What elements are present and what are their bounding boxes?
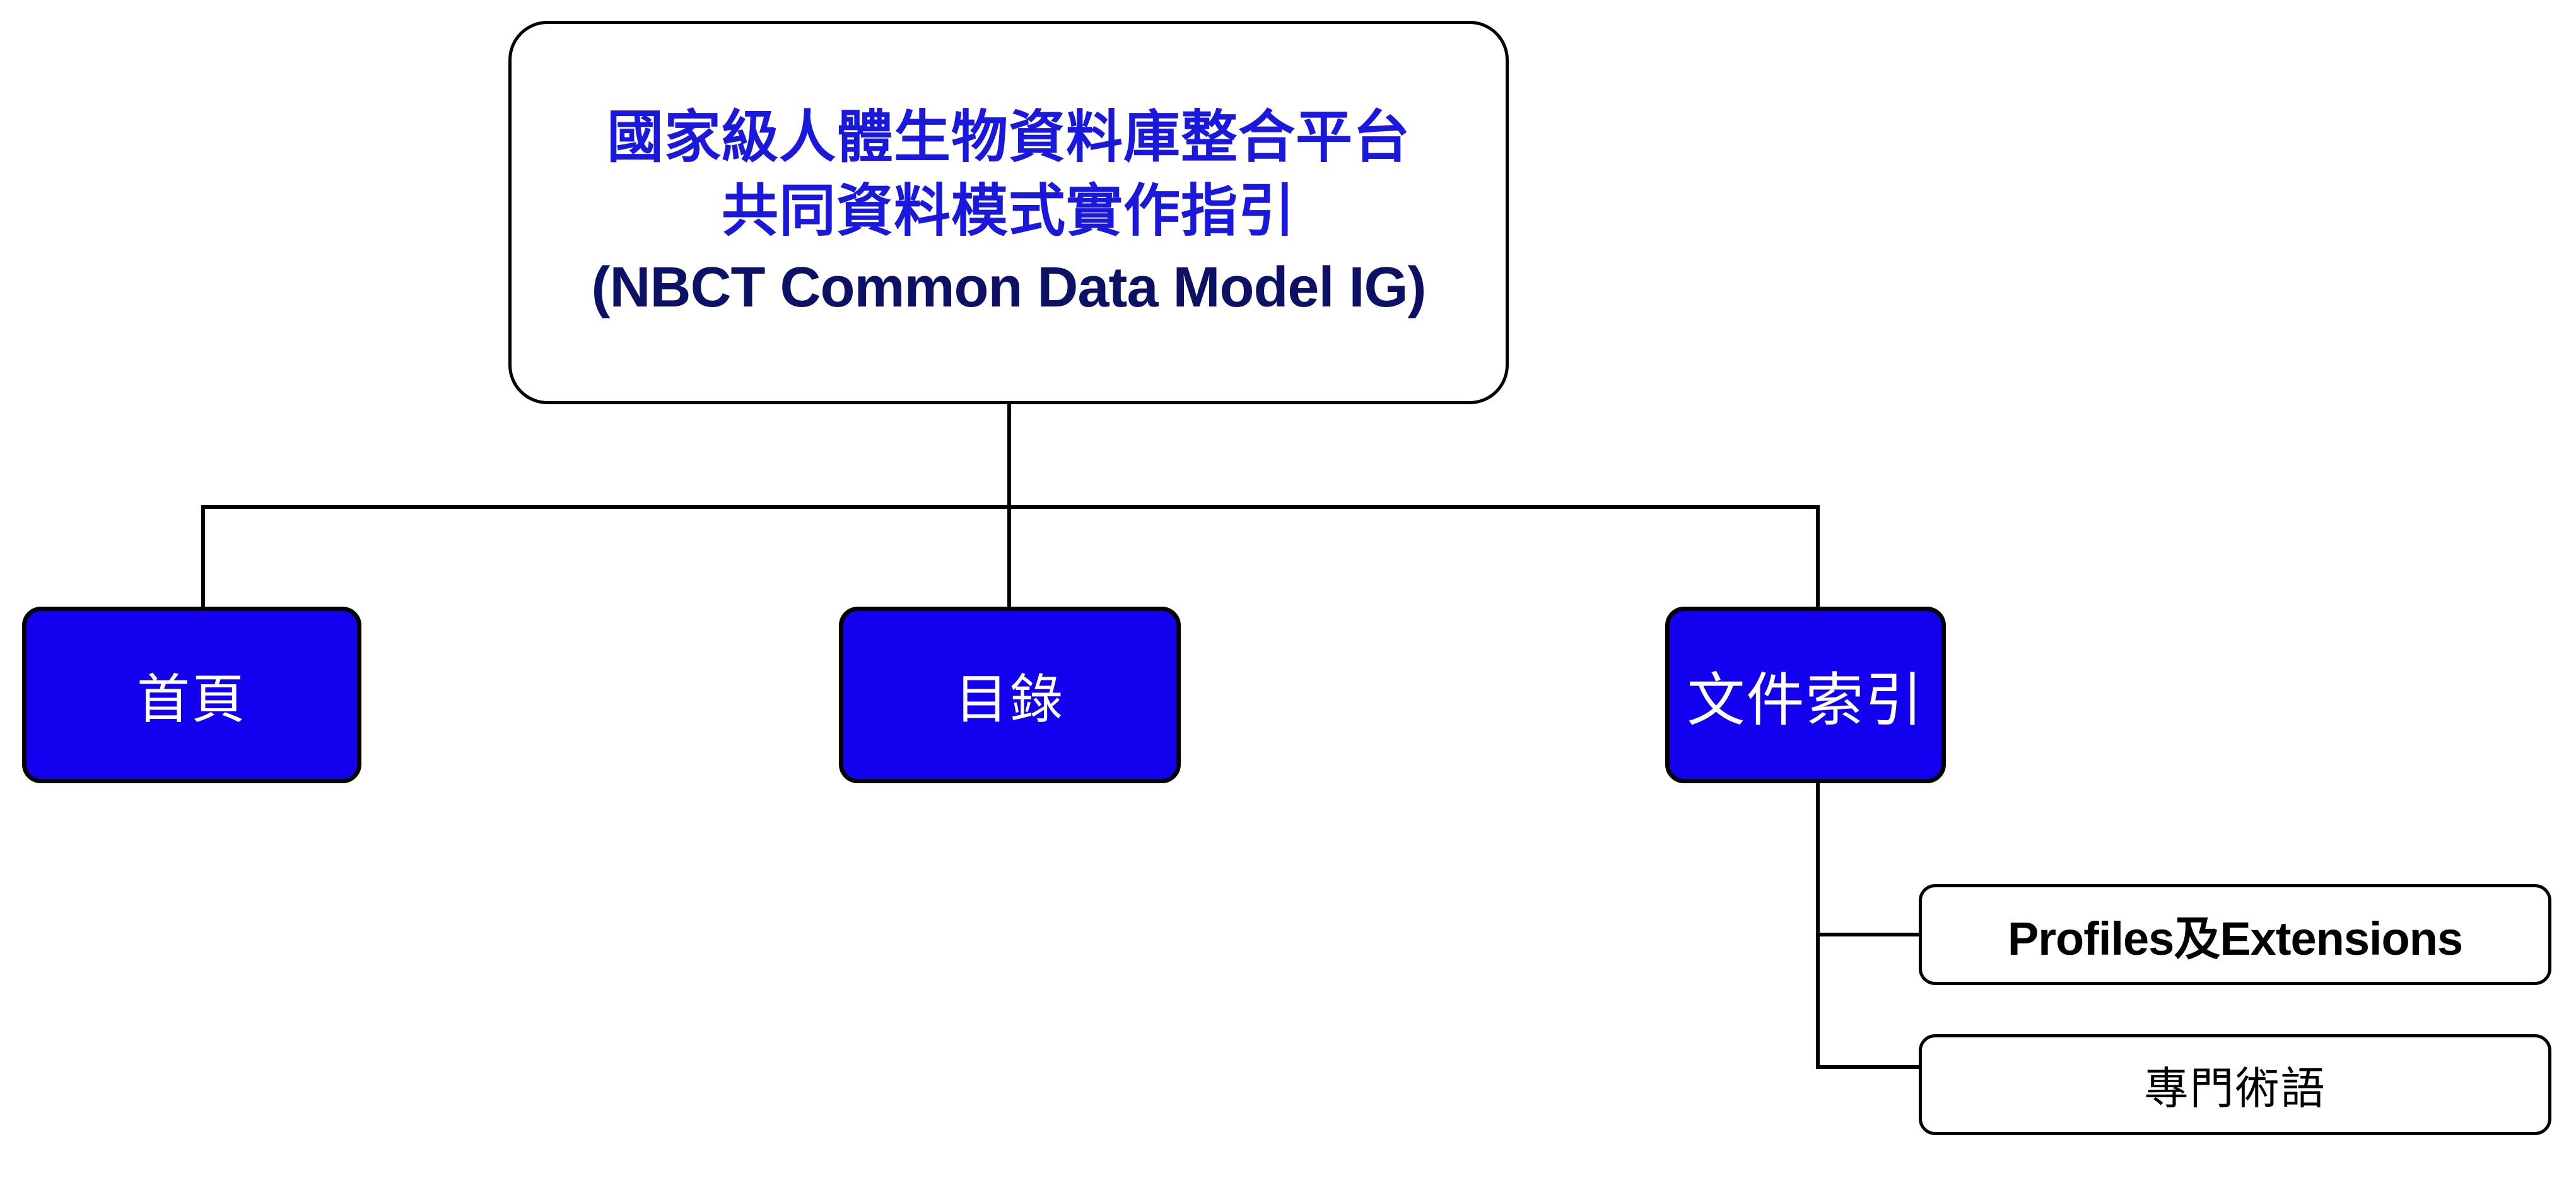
root-title-line-1: 國家級人體生物資料庫整合平台 xyxy=(607,105,1410,169)
nav-node-document-index-label: 文件索引 xyxy=(1687,668,1924,733)
nav-node-table-of-contents-label: 目錄 xyxy=(954,669,1065,729)
root-title-line-en: (NBCT Common Data Model IG) xyxy=(591,255,1427,319)
connector-doc-index-stem xyxy=(1816,783,1820,1069)
connector-drop-toc xyxy=(1007,505,1011,607)
nav-node-document-index[interactable]: 文件索引 xyxy=(1665,607,1946,783)
connector-drop-doc-index xyxy=(1816,505,1820,607)
root-title-line-2: 共同資料模式實作指引 xyxy=(722,179,1296,243)
leaf-node-terminology-label: 專門術語 xyxy=(2144,1063,2326,1113)
leaf-node-terminology[interactable]: 專門術語 xyxy=(1919,1034,2551,1135)
connector-branch-terminology xyxy=(1816,1065,1921,1069)
nav-node-table-of-contents[interactable]: 目錄 xyxy=(839,607,1181,783)
nav-node-home[interactable]: 首頁 xyxy=(22,607,361,783)
leaf-node-profiles-extensions[interactable]: Profiles及Extensions xyxy=(1919,884,2551,985)
nav-node-home-label: 首頁 xyxy=(136,669,247,729)
root-node-nbct-cdm-ig: 國家級人體生物資料庫整合平台 共同資料模式實作指引 (NBCT Common D… xyxy=(508,21,1509,404)
leaf-node-profiles-extensions-label: Profiles及Extensions xyxy=(2007,912,2463,965)
diagram-canvas: 國家級人體生物資料庫整合平台 共同資料模式實作指引 (NBCT Common D… xyxy=(0,0,2576,1178)
connector-root-stem xyxy=(1007,404,1011,507)
connector-branch-profiles xyxy=(1816,933,1921,936)
connector-drop-home xyxy=(201,505,205,607)
